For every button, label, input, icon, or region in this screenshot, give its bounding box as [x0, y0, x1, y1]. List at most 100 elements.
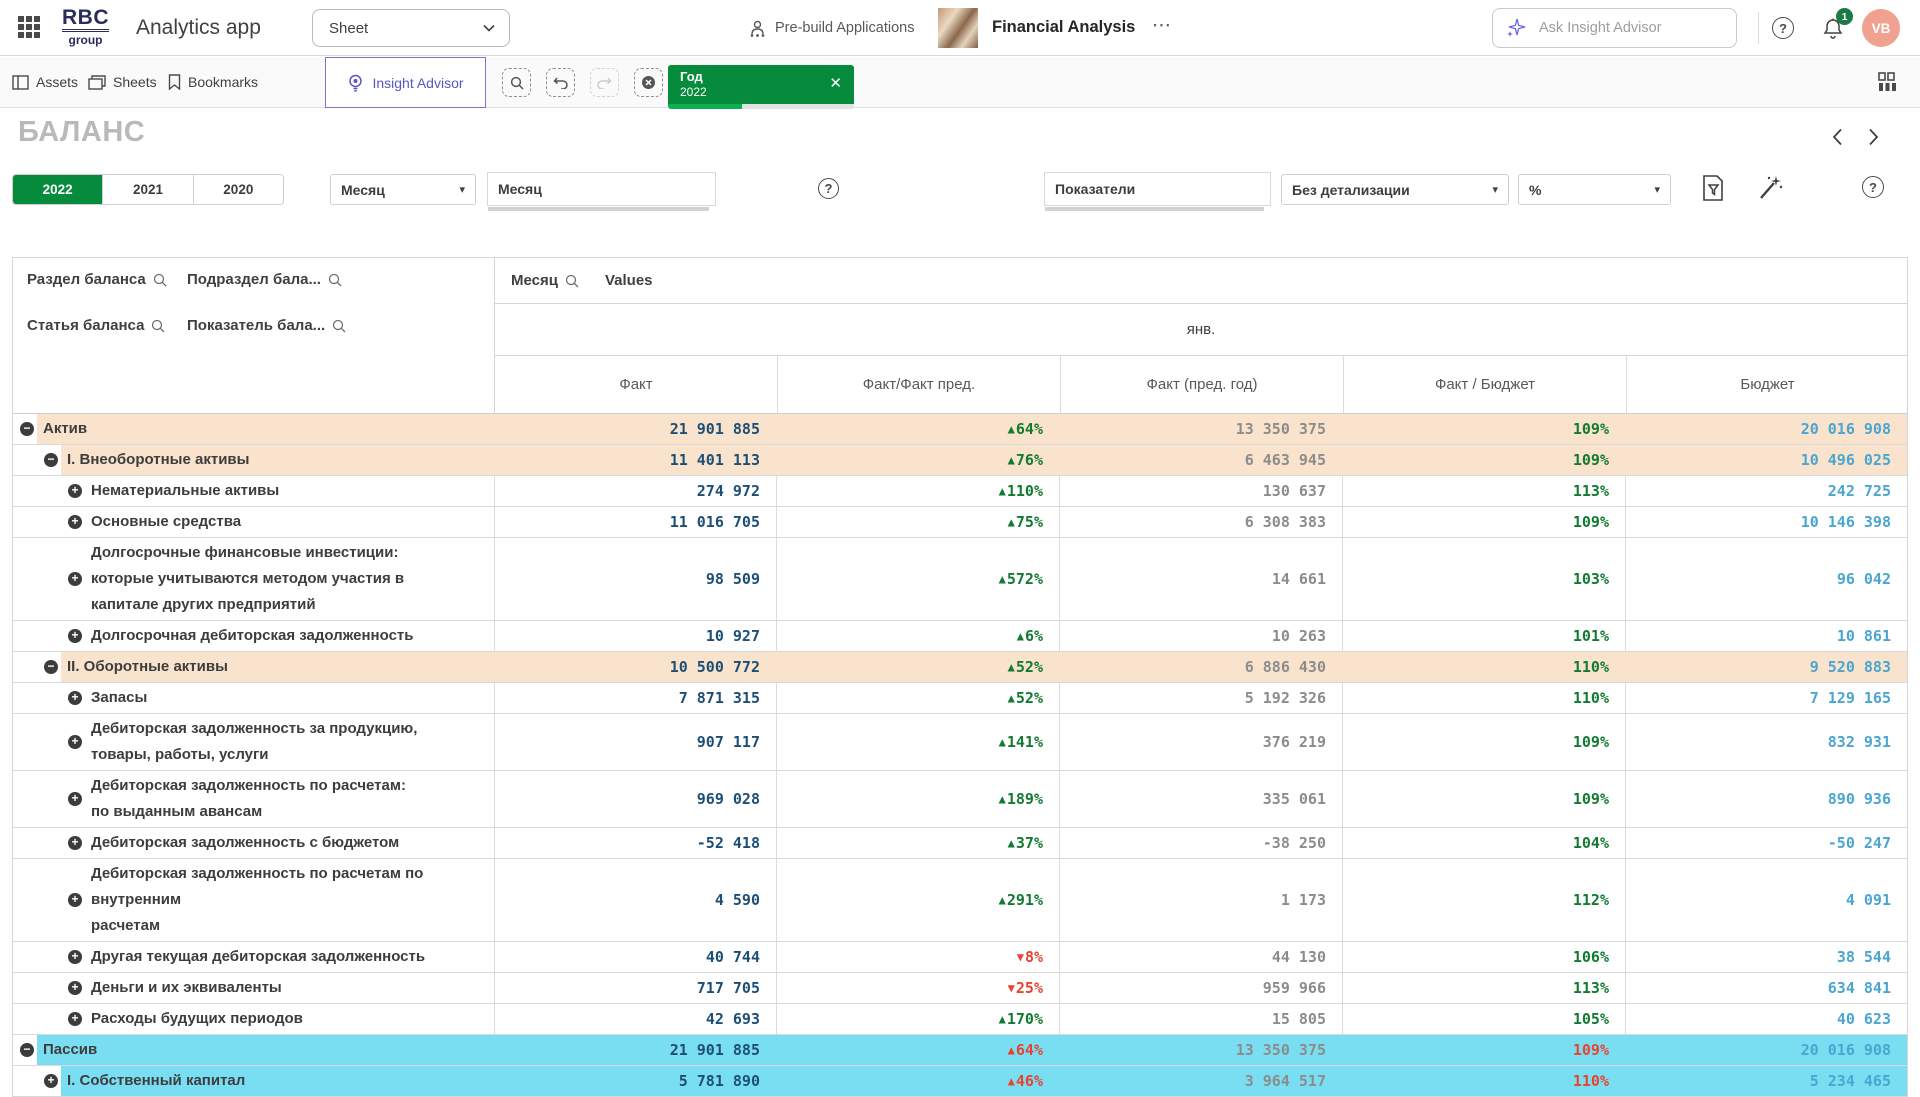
assets-button[interactable]: Assets [12, 57, 78, 107]
fact-vs-budget-cell[interactable]: 109% [1342, 414, 1625, 444]
collapse-icon[interactable]: − [20, 1043, 34, 1057]
row-name-cell[interactable]: −Актив [13, 414, 494, 444]
user-avatar[interactable]: VB [1862, 9, 1900, 47]
delta-value-cell[interactable]: ▲75% [776, 507, 1059, 537]
prev-year-value-cell[interactable]: 6 463 945 [1059, 445, 1342, 475]
prev-year-value-cell[interactable]: -38 250 [1059, 828, 1342, 858]
prev-year-value-cell[interactable]: 44 130 [1059, 942, 1342, 972]
budget-value-cell[interactable]: 96 042 [1625, 538, 1907, 620]
fact-vs-budget-cell[interactable]: 109% [1342, 445, 1625, 475]
prev-year-value-cell[interactable]: 5 192 326 [1059, 683, 1342, 713]
fact-vs-budget-cell[interactable]: 106% [1342, 942, 1625, 972]
filter-pane-icon[interactable] [1700, 174, 1726, 202]
fact-vs-budget-cell[interactable]: 110% [1342, 652, 1625, 682]
expand-icon[interactable]: + [68, 981, 82, 995]
expand-icon[interactable]: + [68, 836, 82, 850]
sheet-selector-dropdown[interactable]: Sheet [312, 9, 510, 47]
budget-value-cell[interactable]: 832 931 [1625, 714, 1907, 770]
budget-value-cell[interactable]: 10 146 398 [1625, 507, 1907, 537]
column-dimension-month[interactable]: Месяц [511, 272, 579, 289]
column-header-fact-vs-budget[interactable]: Факт / Бюджет [1343, 356, 1626, 413]
dimension-razdel[interactable]: Раздел баланса [27, 271, 167, 288]
filter-chip-year[interactable]: Год 2022 ✕ [668, 65, 854, 104]
search-icon[interactable] [565, 274, 579, 288]
column-header-prev-year[interactable]: Факт (пред. год) [1060, 356, 1343, 413]
month-listbox[interactable]: Месяц [487, 172, 716, 206]
search-icon[interactable] [151, 319, 165, 333]
bookmarks-button[interactable]: Bookmarks [168, 57, 258, 107]
budget-value-cell[interactable]: 890 936 [1625, 771, 1907, 827]
fact-vs-budget-cell[interactable]: 113% [1342, 476, 1625, 506]
budget-value-cell[interactable]: 40 623 [1625, 1004, 1907, 1034]
year-button-2020[interactable]: 2020 [193, 175, 283, 204]
fact-value-cell[interactable]: 42 693 [494, 1004, 776, 1034]
prev-year-value-cell[interactable]: 1 173 [1059, 859, 1342, 941]
expand-icon[interactable]: + [68, 515, 82, 529]
fact-value-cell[interactable]: 10 500 772 [494, 652, 776, 682]
undo-selection-button[interactable] [546, 68, 575, 97]
fact-value-cell[interactable]: 717 705 [494, 973, 776, 1003]
delta-value-cell[interactable]: ▲291% [776, 859, 1059, 941]
column-header-fact[interactable]: Факт [495, 356, 777, 413]
delta-value-cell[interactable]: ▲189% [776, 771, 1059, 827]
delta-value-cell[interactable]: ▲170% [776, 1004, 1059, 1034]
app-thumbnail[interactable] [938, 8, 978, 48]
dimension-pokazatel[interactable]: Показатель бала... [187, 317, 346, 334]
delta-value-cell[interactable]: ▲64% [776, 414, 1059, 444]
expand-icon[interactable]: + [68, 1012, 82, 1026]
fact-vs-budget-cell[interactable]: 109% [1342, 714, 1625, 770]
fact-vs-budget-cell[interactable]: 109% [1342, 771, 1625, 827]
row-name-cell[interactable]: −I. Внеоборотные активы [13, 445, 494, 475]
smart-search-button[interactable] [502, 68, 531, 97]
expand-icon[interactable]: + [68, 691, 82, 705]
delta-value-cell[interactable]: ▲64% [776, 1035, 1059, 1065]
fact-value-cell[interactable]: 11 401 113 [494, 445, 776, 475]
month-dropdown[interactable]: Месяц ▾ [330, 174, 476, 205]
filter-chip-close-icon[interactable]: ✕ [829, 74, 842, 92]
column-header-budget[interactable]: Бюджет [1626, 356, 1908, 413]
ask-insight-advisor-input[interactable]: Ask Insight Advisor [1492, 8, 1737, 48]
expand-icon[interactable]: + [68, 484, 82, 498]
fact-vs-budget-cell[interactable]: 101% [1342, 621, 1625, 651]
budget-value-cell[interactable]: -50 247 [1625, 828, 1907, 858]
budget-value-cell[interactable]: 4 091 [1625, 859, 1907, 941]
fact-value-cell[interactable]: 274 972 [494, 476, 776, 506]
fact-value-cell[interactable]: -52 418 [494, 828, 776, 858]
budget-value-cell[interactable]: 10 861 [1625, 621, 1907, 651]
collapse-icon[interactable]: − [44, 660, 58, 674]
budget-value-cell[interactable]: 20 016 908 [1625, 414, 1907, 444]
fact-vs-budget-cell[interactable]: 109% [1342, 507, 1625, 537]
fact-vs-budget-cell[interactable]: 110% [1342, 1066, 1625, 1096]
app-launcher-icon[interactable] [18, 16, 42, 40]
prev-year-value-cell[interactable]: 959 966 [1059, 973, 1342, 1003]
expand-icon[interactable]: + [68, 893, 82, 907]
fact-value-cell[interactable]: 4 590 [494, 859, 776, 941]
fact-vs-budget-cell[interactable]: 105% [1342, 1004, 1625, 1034]
fact-vs-budget-cell[interactable]: 113% [1342, 973, 1625, 1003]
dimension-statya[interactable]: Статья баланса [27, 317, 165, 334]
budget-value-cell[interactable]: 9 520 883 [1625, 652, 1907, 682]
row-name-cell[interactable]: +Другая текущая дебиторская задолженност… [13, 942, 494, 972]
prev-year-value-cell[interactable]: 6 886 430 [1059, 652, 1342, 682]
fact-value-cell[interactable]: 907 117 [494, 714, 776, 770]
delta-value-cell[interactable]: ▲141% [776, 714, 1059, 770]
delta-value-cell[interactable]: ▲110% [776, 476, 1059, 506]
more-options-button[interactable]: ⋯ [1152, 14, 1173, 37]
delta-value-cell[interactable]: ▲76% [776, 445, 1059, 475]
delta-value-cell[interactable]: ▼25% [776, 973, 1059, 1003]
prev-year-value-cell[interactable]: 10 263 [1059, 621, 1342, 651]
insight-advisor-tab[interactable]: Insight Advisor [325, 57, 486, 108]
budget-value-cell[interactable]: 7 129 165 [1625, 683, 1907, 713]
delta-value-cell[interactable]: ▼8% [776, 942, 1059, 972]
previous-sheet-button[interactable] [1832, 128, 1843, 146]
expand-icon[interactable]: + [68, 950, 82, 964]
delta-value-cell[interactable]: ▲52% [776, 652, 1059, 682]
row-name-cell[interactable]: +Дебиторская задолженность за продукцию,… [13, 714, 494, 770]
detail-level-dropdown[interactable]: Без детализации ▾ [1281, 174, 1509, 205]
fact-vs-budget-cell[interactable]: 109% [1342, 1035, 1625, 1065]
budget-value-cell[interactable]: 20 016 908 [1625, 1035, 1907, 1065]
row-name-cell[interactable]: −Пассив [13, 1035, 494, 1065]
row-name-cell[interactable]: +Долгосрочные финансовые инвестиции:кото… [13, 538, 494, 620]
column-header-fact-vs-prev[interactable]: Факт/Факт пред. [777, 356, 1060, 413]
magic-wand-icon[interactable] [1755, 174, 1783, 202]
